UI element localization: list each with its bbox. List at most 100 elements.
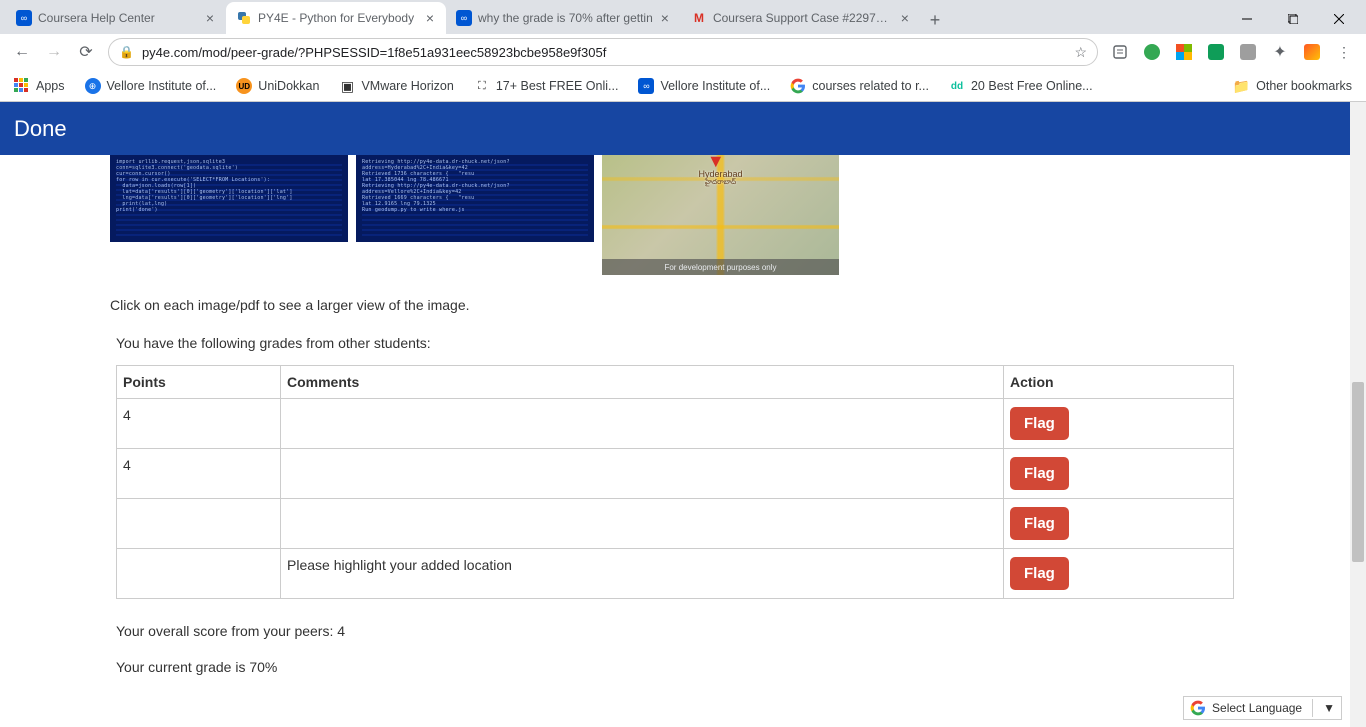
attachment-thumb-2[interactable]: Retrieving http://py4e-data.dr-chuck.net… (356, 155, 594, 242)
instruction-text: Click on each image/pdf to see a larger … (110, 297, 1256, 313)
bookmark-vmware[interactable]: ▣ VMware Horizon (333, 74, 459, 98)
ext-reading-list-icon[interactable] (1106, 38, 1134, 66)
minimize-button[interactable] (1224, 4, 1270, 34)
tab-title: Coursera Support Case #2297607 (713, 11, 893, 25)
table-row: Flag (117, 499, 1234, 549)
url-text: py4e.com/mod/peer-grade/?PHPSESSID=1f8e5… (142, 45, 1066, 60)
cell-comments (281, 399, 1004, 449)
bookmark-star-icon[interactable]: ☆ (1074, 44, 1087, 61)
header-comments: Comments (281, 366, 1004, 399)
coursera-favicon: ∞ (16, 10, 32, 26)
cell-points (117, 549, 281, 599)
other-bookmarks-label: Other bookmarks (1256, 79, 1352, 93)
attachment-thumb-1[interactable]: import urllib.request,json,sqlite3conn=s… (110, 155, 348, 242)
gtranslate-label: Select Language (1212, 701, 1302, 715)
close-window-button[interactable] (1316, 4, 1362, 34)
extensions-puzzle-icon[interactable]: ✦ (1266, 38, 1294, 66)
table-header-row: Points Comments Action (117, 366, 1234, 399)
window-controls (1224, 4, 1366, 34)
grades-intro: You have the following grades from other… (116, 335, 1256, 351)
google-translate-widget[interactable]: Select Language ▼ (1183, 696, 1342, 720)
bookmarks-bar: Apps ⊕ Vellore Institute of... UD UniDok… (0, 70, 1366, 102)
extension-icon-3[interactable] (1202, 38, 1230, 66)
vertical-scrollbar[interactable] (1350, 102, 1366, 727)
tab-title: Coursera Help Center (38, 11, 198, 25)
folder-icon: 📁 (1233, 78, 1250, 95)
tab-bar: ∞ Coursera Help Center × PY4E - Python f… (0, 0, 1366, 34)
new-tab-button[interactable]: + (921, 6, 949, 34)
forward-button[interactable]: → (40, 38, 68, 66)
cell-points (117, 499, 281, 549)
tab-why-grade[interactable]: ∞ why the grade is 70% after gettin × (446, 2, 681, 34)
current-grade: Your current grade is 70% (116, 659, 1256, 675)
bookmark-best-free[interactable]: ⛶ 17+ Best FREE Onli... (468, 74, 625, 98)
tab-close-icon[interactable]: × (659, 10, 671, 26)
apps-icon (14, 78, 30, 94)
python-favicon (236, 10, 252, 26)
tab-close-icon[interactable]: × (424, 10, 436, 26)
vmware-icon: ▣ (339, 78, 355, 94)
attachment-thumb-3[interactable]: ▼ Hyderabad హైదరాబాద్ For development pu… (602, 155, 839, 275)
bookmark-vellore-2[interactable]: ∞ Vellore Institute of... (632, 74, 776, 98)
bookmark-20-best[interactable]: dd 20 Best Free Online... (943, 74, 1099, 98)
tab-close-icon[interactable]: × (899, 10, 911, 26)
chevron-down-icon: ▼ (1323, 701, 1335, 715)
grades-table: Points Comments Action 4 Flag 4 Flag (116, 365, 1234, 599)
attachment-thumbs: import urllib.request,json,sqlite3conn=s… (110, 155, 1256, 275)
overall-score: Your overall score from your peers: 4 (116, 623, 1256, 639)
cell-comments (281, 449, 1004, 499)
chrome-menu-icon[interactable]: ⋮ (1330, 38, 1358, 66)
cell-points: 4 (117, 399, 281, 449)
separator (1312, 699, 1313, 717)
cell-comments: Please highlight your added location (281, 549, 1004, 599)
bookmark-unidokkan[interactable]: UD UniDokkan (230, 74, 325, 98)
flag-button[interactable]: Flag (1010, 457, 1069, 490)
cell-action: Flag (1004, 549, 1234, 599)
cell-action: Flag (1004, 499, 1234, 549)
banner-title: Done (14, 116, 67, 142)
back-button[interactable]: ← (8, 38, 36, 66)
url-field[interactable]: 🔒 py4e.com/mod/peer-grade/?PHPSESSID=1f8… (108, 38, 1098, 66)
bookmark-label: Vellore Institute of... (660, 79, 770, 93)
bookmark-label: VMware Horizon (361, 79, 453, 93)
google-icon (790, 78, 806, 94)
map-city-label: Hyderabad హైదరాబాద్ (698, 169, 742, 188)
reload-button[interactable]: ⟳ (72, 38, 100, 66)
table-row: Please highlight your added location Fla… (117, 549, 1234, 599)
bookmark-vellore-1[interactable]: ⊕ Vellore Institute of... (79, 74, 223, 98)
header-action: Action (1004, 366, 1234, 399)
scrollbar-thumb[interactable] (1352, 382, 1364, 562)
extension-icon-4[interactable] (1234, 38, 1262, 66)
maximize-button[interactable] (1270, 4, 1316, 34)
cell-action: Flag (1004, 449, 1234, 499)
bookmark-apps[interactable]: Apps (8, 74, 71, 98)
tab-support-case[interactable]: M Coursera Support Case #2297607 × (681, 2, 921, 34)
tab-coursera-help[interactable]: ∞ Coursera Help Center × (6, 2, 226, 34)
profile-avatar[interactable] (1298, 38, 1326, 66)
tab-py4e[interactable]: PY4E - Python for Everybody × (226, 2, 446, 34)
flag-button[interactable]: Flag (1010, 407, 1069, 440)
dd-icon: dd (949, 78, 965, 94)
other-bookmarks[interactable]: 📁 Other bookmarks (1227, 74, 1358, 99)
header-points: Points (117, 366, 281, 399)
page-content: import urllib.request,json,sqlite3conn=s… (0, 155, 1366, 713)
bookmark-label: Vellore Institute of... (107, 79, 217, 93)
flag-button[interactable]: Flag (1010, 507, 1069, 540)
flag-button[interactable]: Flag (1010, 557, 1069, 590)
extension-icon-2[interactable] (1170, 38, 1198, 66)
extension-icon-1[interactable] (1138, 38, 1166, 66)
lock-icon: 🔒 (119, 45, 134, 59)
viewport[interactable]: Done import urllib.request,json,sqlite3c… (0, 102, 1366, 727)
bookmark-label: courses related to r... (812, 79, 929, 93)
cell-comments (281, 499, 1004, 549)
tab-title: PY4E - Python for Everybody (258, 11, 418, 25)
table-row: 4 Flag (117, 449, 1234, 499)
browser-chrome: ∞ Coursera Help Center × PY4E - Python f… (0, 0, 1366, 102)
bookmark-label: Apps (36, 79, 65, 93)
tab-close-icon[interactable]: × (204, 10, 216, 26)
page-banner: Done (0, 102, 1366, 155)
map-footer: For development purposes only (602, 259, 839, 275)
tab-title: why the grade is 70% after gettin (478, 11, 653, 25)
bookmark-label: UniDokkan (258, 79, 319, 93)
bookmark-courses-related[interactable]: courses related to r... (784, 74, 935, 98)
